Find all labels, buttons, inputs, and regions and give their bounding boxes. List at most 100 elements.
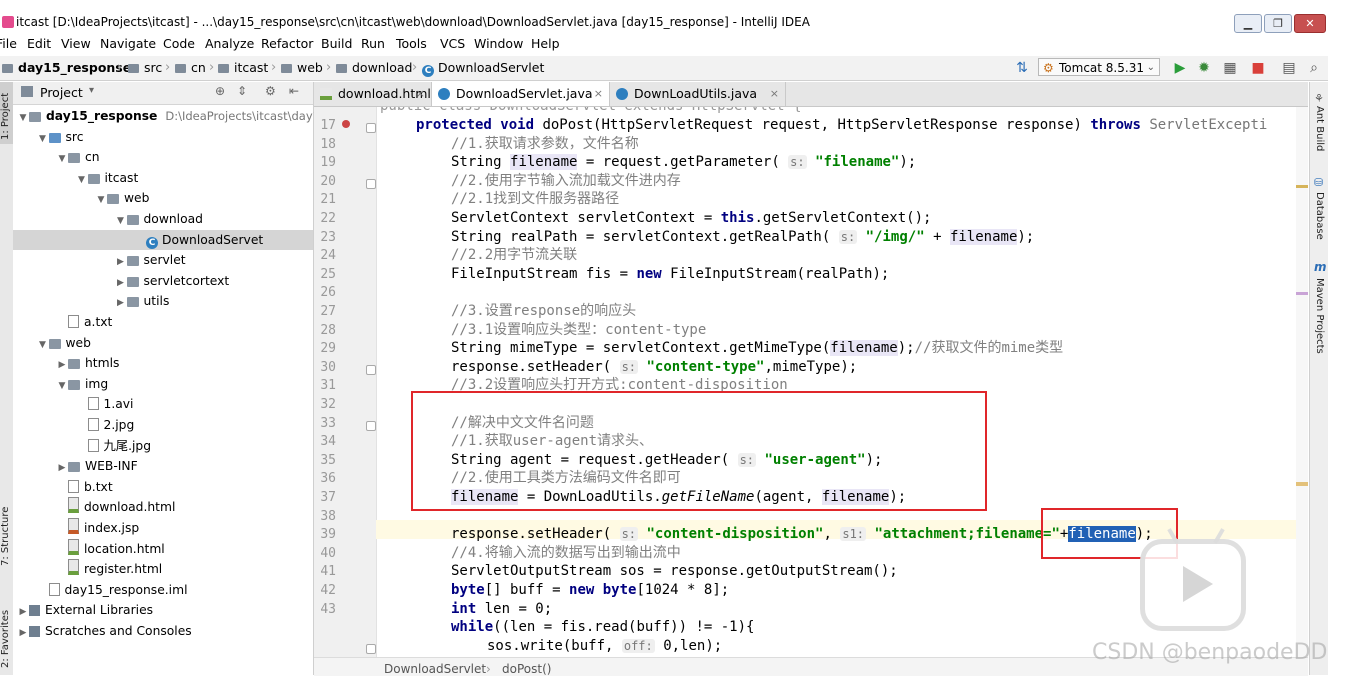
project-tool-button[interactable]: 1: Project bbox=[0, 93, 11, 140]
tab-download-html[interactable]: download.html × bbox=[314, 82, 432, 106]
expanded-arrow-icon[interactable]: ▼ bbox=[17, 108, 29, 128]
expanded-arrow-icon[interactable]: ▼ bbox=[56, 376, 68, 396]
breadcrumb-src[interactable]: src bbox=[128, 60, 162, 75]
tree-item-web[interactable]: ▼ web bbox=[37, 333, 91, 353]
chevron-down-icon[interactable]: ▾ bbox=[89, 85, 94, 96]
tree-item-servletcortext[interactable]: ▶ servletcortext bbox=[115, 271, 229, 293]
expanded-arrow-icon[interactable]: ▼ bbox=[37, 129, 49, 149]
tree-item-external-libraries[interactable]: ▶ External Libraries bbox=[17, 600, 154, 622]
warning-marker[interactable] bbox=[1296, 482, 1308, 486]
sort-icon[interactable]: ⇅ bbox=[1014, 60, 1030, 76]
expanded-arrow-icon[interactable]: ▼ bbox=[95, 190, 107, 210]
breadcrumb-class[interactable]: C DownloadServlet bbox=[422, 60, 544, 77]
fold-marker-icon[interactable] bbox=[366, 364, 376, 375]
tree-item-a-txt[interactable]: a.txt bbox=[56, 312, 112, 332]
tree-item-location-html[interactable]: location.html bbox=[56, 538, 165, 559]
collapsed-arrow-icon[interactable]: ▶ bbox=[17, 602, 29, 622]
gear-icon[interactable]: ⚙ bbox=[265, 84, 276, 98]
structure-tool-button[interactable]: 7: Structure bbox=[0, 507, 11, 566]
menu-code[interactable]: Code bbox=[163, 36, 195, 51]
editor-scrollbar[interactable] bbox=[1296, 107, 1308, 657]
tab-downloadutils-java[interactable]: DownLoadUtils.java × bbox=[610, 82, 786, 106]
info-marker[interactable] bbox=[1296, 292, 1308, 295]
breadcrumb-itcast[interactable]: itcast bbox=[218, 60, 268, 75]
breadcrumb-web[interactable]: web bbox=[281, 60, 323, 75]
expanded-arrow-icon[interactable]: ▼ bbox=[37, 335, 49, 355]
menu-vcs[interactable]: VCS bbox=[440, 36, 465, 51]
video-play-overlay[interactable] bbox=[1140, 528, 1246, 631]
tree-item-web[interactable]: ▼ web bbox=[95, 188, 150, 210]
collapsed-arrow-icon[interactable]: ▶ bbox=[115, 252, 127, 272]
breadcrumb-cn[interactable]: cn bbox=[175, 60, 206, 75]
fold-marker-icon[interactable] bbox=[366, 178, 376, 189]
menu-view[interactable]: View bbox=[61, 36, 91, 51]
expanded-arrow-icon[interactable]: ▼ bbox=[115, 211, 127, 231]
ant-build-tool-button[interactable]: Ant Build bbox=[1314, 106, 1325, 151]
run-configuration-select[interactable]: ⚙ Tomcat 8.5.31 ⌄ bbox=[1038, 58, 1160, 76]
tree-item-src[interactable]: ▼ src bbox=[37, 127, 83, 149]
tree-item-download[interactable]: ▼ download bbox=[115, 209, 203, 229]
tree-item-scratches-and-consoles[interactable]: ▶ Scratches and Consoles bbox=[17, 621, 192, 641]
collapsed-arrow-icon[interactable]: ▶ bbox=[115, 273, 127, 293]
maximize-button[interactable]: ❐ bbox=[1264, 14, 1292, 33]
tree-item-day15-response[interactable]: ▼ day15_response D:\IdeaProjects\itcast\da… bbox=[17, 106, 328, 128]
menu-help[interactable]: Help bbox=[531, 36, 560, 51]
menu-analyze[interactable]: Analyze bbox=[205, 36, 254, 51]
project-panel-title[interactable]: Project bbox=[40, 85, 83, 100]
close-window-button[interactable]: ✕ bbox=[1294, 14, 1326, 33]
tree-item-htmls[interactable]: ▶ htmls bbox=[56, 353, 120, 375]
project-structure-icon[interactable]: ▤ bbox=[1281, 60, 1297, 76]
tree-item-2-jpg[interactable]: 2.jpg bbox=[76, 415, 134, 435]
fold-marker-icon[interactable] bbox=[366, 643, 376, 654]
tree-item-web-inf[interactable]: ▶ WEB-INF bbox=[56, 456, 138, 476]
favorites-tool-button[interactable]: 2: Favorites bbox=[0, 610, 11, 668]
menu-refactor[interactable]: Refactor bbox=[261, 36, 313, 51]
warning-marker[interactable] bbox=[1296, 185, 1308, 188]
tree-item-cn[interactable]: ▼ cn bbox=[56, 147, 100, 167]
tree-item-utils[interactable]: ▶ utils bbox=[115, 291, 169, 313]
tree-item-1-avi[interactable]: 1.avi bbox=[76, 394, 133, 414]
tree-item-img[interactable]: ▼ img bbox=[56, 374, 109, 396]
tree-item-downloadservet[interactable]: C DownloadServet bbox=[13, 229, 313, 250]
override-marker-icon[interactable] bbox=[342, 120, 350, 128]
collapsed-arrow-icon[interactable]: ▶ bbox=[56, 458, 68, 478]
status-method-crumb[interactable]: doPost() bbox=[502, 662, 551, 676]
tab-downloadservlet-java[interactable]: DownloadServlet.java × bbox=[432, 82, 610, 106]
tree-item-index-jsp[interactable]: index.jsp bbox=[56, 518, 139, 538]
maven-projects-tool-button[interactable]: Maven Projects bbox=[1314, 278, 1325, 354]
locate-icon[interactable]: ⊕ bbox=[215, 84, 225, 98]
menu-tools[interactable]: Tools bbox=[396, 36, 427, 51]
stop-icon[interactable]: ■ bbox=[1250, 60, 1266, 76]
collapsed-arrow-icon[interactable]: ▶ bbox=[56, 355, 68, 375]
close-tab-icon[interactable]: × bbox=[416, 82, 425, 106]
menu-edit[interactable]: Edit bbox=[27, 36, 51, 51]
coverage-icon[interactable]: ▦ bbox=[1222, 60, 1238, 76]
menu-build[interactable]: Build bbox=[321, 36, 352, 51]
tree-item-servlet[interactable]: ▶ servlet bbox=[115, 250, 186, 270]
menu-run[interactable]: Run bbox=[361, 36, 385, 51]
close-tab-icon[interactable]: × bbox=[594, 82, 603, 106]
breadcrumb-download[interactable]: download bbox=[336, 60, 412, 75]
menu-navigate[interactable]: Navigate bbox=[100, 36, 156, 51]
collapse-icon[interactable]: ⇕ bbox=[237, 84, 247, 98]
tree-item-download-html[interactable]: download.html bbox=[56, 497, 175, 517]
collapsed-arrow-icon[interactable]: ▶ bbox=[115, 293, 127, 313]
play-icon[interactable] bbox=[1183, 566, 1213, 602]
minimize-button[interactable]: ▁ bbox=[1234, 14, 1262, 33]
breadcrumb-project[interactable]: day15_response bbox=[2, 60, 131, 75]
status-class-crumb[interactable]: DownloadServlet bbox=[384, 662, 486, 676]
run-icon[interactable]: ▶ bbox=[1172, 60, 1188, 76]
tree-item-jpg[interactable]: 九尾.jpg bbox=[76, 436, 151, 456]
debug-icon[interactable]: ✹ bbox=[1196, 60, 1212, 76]
close-tab-icon[interactable]: × bbox=[770, 82, 779, 106]
search-icon[interactable]: ⌕ bbox=[1306, 60, 1322, 76]
tree-item-itcast[interactable]: ▼ itcast bbox=[76, 168, 138, 190]
database-tool-button[interactable]: Database bbox=[1314, 192, 1325, 240]
menu-window[interactable]: Window bbox=[474, 36, 523, 51]
fold-marker-icon[interactable] bbox=[366, 123, 376, 133]
tree-item-b-txt[interactable]: b.txt bbox=[56, 477, 113, 497]
menu-file[interactable]: File bbox=[0, 36, 17, 51]
expanded-arrow-icon[interactable]: ▼ bbox=[76, 170, 88, 190]
fold-marker-icon[interactable] bbox=[366, 420, 376, 431]
tree-item-day15-response-iml[interactable]: day15_response.iml bbox=[37, 580, 188, 600]
